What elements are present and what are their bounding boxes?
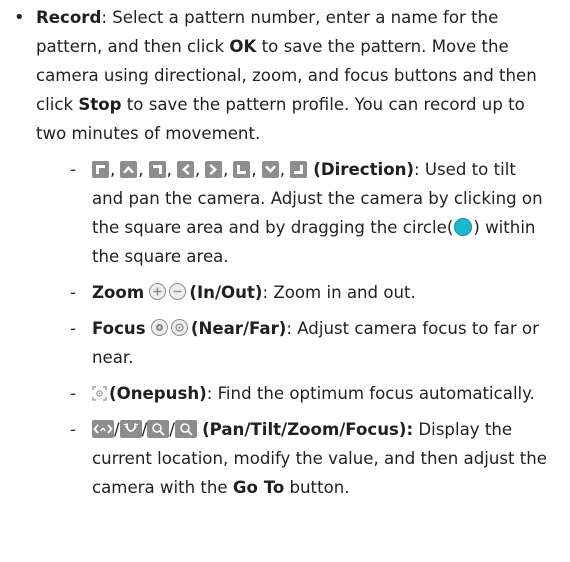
zoom-out-icon (169, 283, 187, 300)
circle-icon (454, 218, 473, 236)
bullet: • (14, 7, 25, 28)
direction-up-left-icon (92, 161, 109, 178)
onepush-icon (92, 381, 107, 401)
focus-label: (Near/Far) (190, 319, 287, 338)
record-list-item: • Record: Select a pattern number, enter… (14, 3, 560, 502)
stop-term: Stop (78, 95, 122, 114)
record-title: Record (36, 8, 102, 27)
record-paragraph: Record: Select a pattern number, enter a… (36, 3, 560, 148)
separator: , (279, 160, 285, 179)
direction-down-right-icon (289, 161, 307, 178)
ptzf-label: (Pan/Tilt/Zoom/Focus): (202, 420, 414, 439)
focus-near-icon (150, 319, 168, 336)
onepush-label: (Onepush) (109, 384, 207, 403)
direction-up-right-icon (148, 161, 166, 178)
ok-term: OK (229, 37, 257, 56)
onepush-item: - (Onepush): Find the optimum focus auto… (36, 379, 560, 408)
direction-left-icon (176, 161, 194, 178)
focus-item: - Focus (Near/Far): Adjust camera focus … (36, 314, 560, 372)
dash: - (70, 384, 76, 403)
direction-up-icon (120, 161, 138, 178)
direction-right-icon (205, 161, 223, 178)
focus-title: Focus (92, 319, 146, 338)
direction-down-left-icon (233, 161, 251, 178)
dash: - (70, 160, 76, 179)
separator: , (251, 160, 257, 179)
ptzf-item: - / / / (Pan/Tilt/Zoom/Focus): Display the… (36, 415, 560, 502)
zoom-item: - Zoom (In/Out): Zoom in and out. (36, 278, 560, 307)
separator: , (166, 160, 172, 179)
document-page: • Record: Select a pattern number, enter… (0, 0, 570, 562)
direction-down-icon (261, 161, 279, 178)
zoom-label: (In/Out) (189, 283, 263, 302)
record-sub-list: - ,,,,,,, (Direction): Used to tilt and … (36, 155, 560, 502)
zoom-text: : Zoom in and out. (262, 283, 416, 302)
separator: , (138, 160, 144, 179)
goto-term: Go To (232, 478, 285, 497)
direction-item: - ,,,,,,, (Direction): Used to tilt and … (36, 155, 560, 271)
separator: , (194, 160, 201, 179)
dash: - (70, 420, 76, 439)
zoom-icon (147, 420, 170, 438)
dash: - (70, 319, 76, 338)
direction-label: (Direction) (313, 160, 414, 179)
zoom-title: Zoom (92, 283, 145, 302)
onepush-text: : Find the optimum focus automatically. (206, 384, 535, 403)
zoom-in-icon (149, 283, 167, 300)
pan-icon (92, 420, 114, 438)
focus-far-icon (170, 319, 188, 336)
tilt-icon (119, 420, 142, 438)
focus-icon (174, 420, 197, 438)
separator: , (223, 160, 229, 179)
ptzf-text-2: button. (284, 478, 350, 497)
separator: , (110, 160, 116, 179)
dash: - (70, 283, 76, 302)
